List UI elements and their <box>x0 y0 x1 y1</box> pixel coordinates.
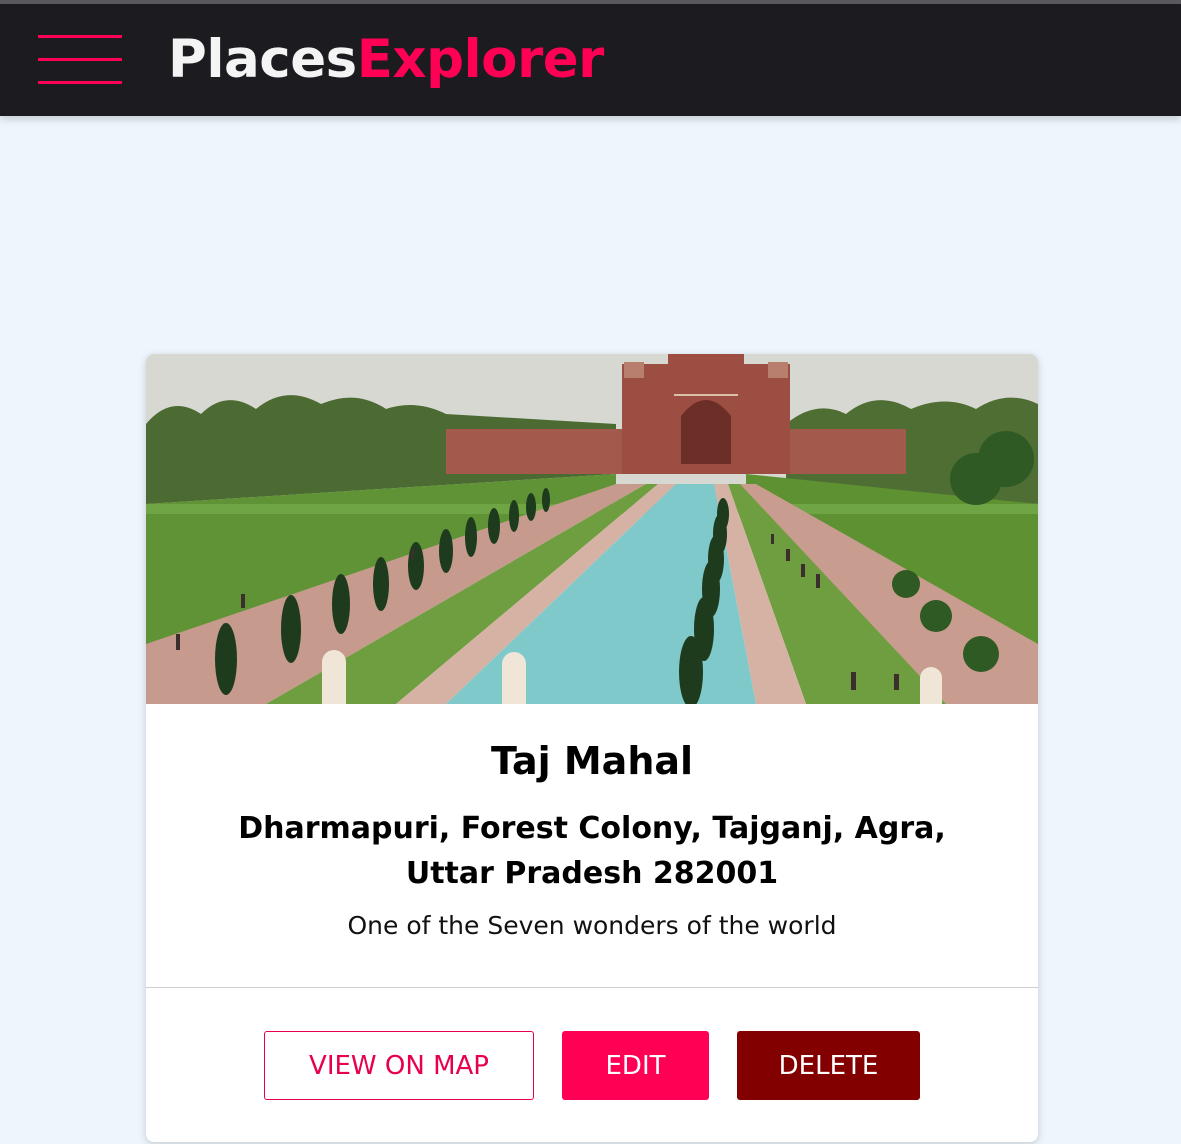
brand-text-explorer: Explorer <box>356 29 605 90</box>
hamburger-line <box>38 35 122 38</box>
hamburger-line <box>38 58 122 61</box>
edit-button[interactable]: EDIT <box>562 1031 709 1100</box>
brand-logo-link[interactable]: PlacesExplorer <box>168 28 604 92</box>
menu-hamburger-icon[interactable] <box>38 35 122 85</box>
place-title: Taj Mahal <box>490 739 694 783</box>
delete-button[interactable]: DELETE <box>737 1031 920 1100</box>
brand-text-places: Places <box>168 29 357 90</box>
place-card: Taj Mahal Dharmapuri, Forest Colony, Taj… <box>146 354 1038 1142</box>
place-description: One of the Seven wonders of the world <box>347 911 837 940</box>
place-address: Dharmapuri, Forest Colony, Tajganj, Agra… <box>238 811 946 891</box>
place-image <box>146 354 1038 704</box>
view-on-map-button[interactable]: VIEW ON MAP <box>264 1031 534 1100</box>
main-header: PlacesExplorer <box>0 4 1181 116</box>
card-divider <box>146 987 1038 988</box>
hamburger-line <box>38 81 122 84</box>
